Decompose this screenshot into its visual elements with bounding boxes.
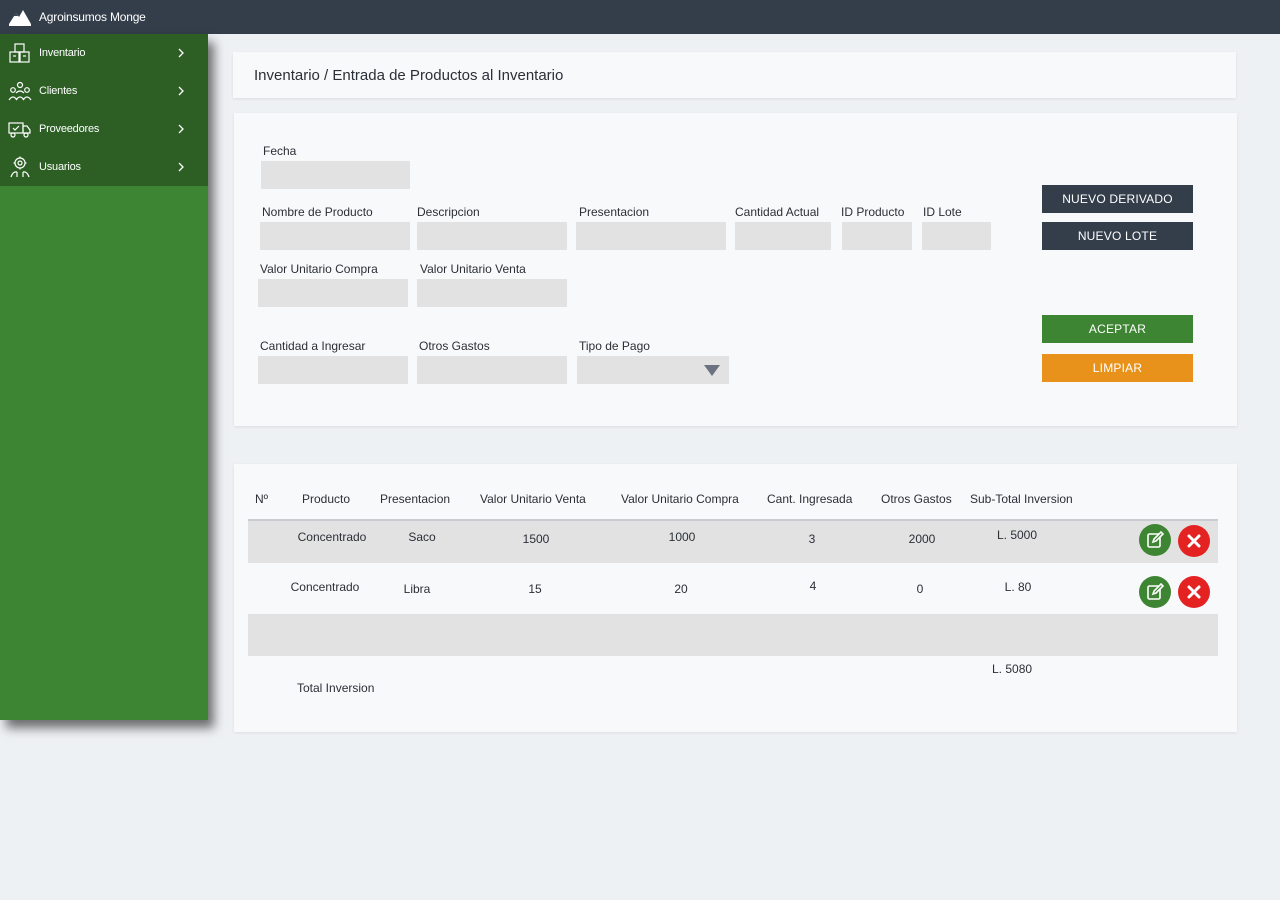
column-header: Producto: [302, 492, 351, 506]
column-header: Otros Gastos: [881, 492, 952, 506]
cell-producto: Concentrado: [297, 530, 367, 544]
nombre-producto-input[interactable]: [260, 222, 410, 250]
total-inversion-value: L. 5080: [992, 662, 1033, 676]
id-producto-label: ID Producto: [841, 205, 905, 219]
sidebar: Inventario Clientes Proveedores Usuarios: [0, 34, 208, 720]
limpiar-button[interactable]: LIMPIAR: [1042, 354, 1193, 382]
cell-presentacion: Saco: [408, 530, 436, 544]
cell-producto: Concentrado: [290, 580, 360, 594]
products-table: Nº Producto Presentacion Valor Unitario …: [234, 464, 1237, 732]
cell-cantidad: 3: [808, 532, 816, 546]
cantidad-ingresar-label: Cantidad a Ingresar: [260, 339, 366, 353]
id-lote-label: ID Lote: [923, 205, 962, 219]
tipo-pago-label: Tipo de Pago: [579, 339, 650, 353]
fecha-input[interactable]: [261, 161, 410, 189]
chevron-right-icon: [178, 124, 184, 134]
boxes-icon: [9, 43, 30, 63]
column-header: Cant. Ingresada: [767, 492, 853, 506]
valor-compra-label: Valor Unitario Compra: [260, 262, 378, 276]
table-row-empty: [248, 614, 1218, 656]
tipo-pago-select[interactable]: [577, 356, 729, 384]
edit-icon: [1147, 582, 1165, 600]
nombre-producto-label: Nombre de Producto: [262, 205, 373, 219]
cell-compra: 20: [674, 582, 688, 596]
descripcion-input[interactable]: [417, 222, 567, 250]
people-icon: [8, 81, 32, 101]
cell-otros-gastos: 0: [916, 582, 924, 596]
cell-venta: 15: [528, 582, 542, 596]
cell-subtotal: L. 5000: [996, 528, 1038, 542]
nuevo-derivado-button[interactable]: NUEVO DERIVADO: [1042, 185, 1193, 213]
id-lote-input[interactable]: [922, 222, 991, 250]
chevron-right-icon: [178, 86, 184, 96]
total-inversion-label: Total Inversion: [297, 681, 375, 695]
close-icon: [1187, 585, 1201, 599]
valor-venta-input[interactable]: [417, 279, 567, 307]
chevron-right-icon: [178, 162, 184, 172]
cantidad-actual-input[interactable]: [735, 222, 831, 250]
column-header: Presentacion: [380, 492, 451, 506]
presentacion-input[interactable]: [576, 222, 726, 250]
id-producto-input[interactable]: [842, 222, 912, 250]
sidebar-menu: Inventario Clientes Proveedores Usuarios: [0, 34, 208, 186]
column-header: Valor Unitario Compra: [621, 492, 739, 506]
aceptar-button[interactable]: ACEPTAR: [1042, 315, 1193, 343]
product-entry-form: Fecha Nombre de Producto Descripcion Pre…: [234, 113, 1237, 426]
table-row: Concentrado Saco 1500 1000 3 2000 L. 500…: [248, 521, 1218, 563]
sidebar-item-proveedores[interactable]: Proveedores: [0, 110, 208, 148]
app-brand: Agroinsumos Monge: [39, 10, 146, 24]
edit-icon: [1147, 530, 1165, 548]
column-header: Nº: [255, 492, 269, 506]
column-header: Valor Unitario Venta: [480, 492, 586, 506]
column-header: Sub-Total Inversion: [970, 492, 1073, 506]
otros-gastos-input[interactable]: [417, 356, 567, 384]
cell-subtotal: L. 80: [1004, 580, 1032, 594]
sidebar-item-label: Usuarios: [39, 161, 81, 173]
otros-gastos-label: Otros Gastos: [419, 339, 490, 353]
cell-otros-gastos: 2000: [908, 532, 936, 546]
table-row: Concentrado Libra 15 20 4 0 L. 80: [248, 563, 1218, 614]
user-gear-icon: [10, 156, 30, 178]
presentacion-label: Presentacion: [579, 205, 650, 219]
top-bar: Agroinsumos Monge: [0, 0, 1280, 34]
truck-icon: [8, 122, 31, 138]
cantidad-ingresar-input[interactable]: [258, 356, 408, 384]
cantidad-actual-label: Cantidad Actual: [735, 205, 820, 219]
cell-cantidad: 4: [809, 579, 817, 593]
close-icon: [1187, 534, 1201, 548]
cell-presentacion: Libra: [403, 582, 431, 596]
valor-venta-label: Valor Unitario Venta: [420, 262, 526, 276]
fecha-label: Fecha: [263, 144, 297, 158]
sidebar-item-usuarios[interactable]: Usuarios: [0, 148, 208, 186]
dropdown-arrow-icon: [704, 365, 720, 376]
valor-compra-input[interactable]: [258, 279, 408, 307]
page-title: Inventario / Entrada de Productos al Inv…: [254, 66, 564, 84]
cell-venta: 1500: [522, 532, 550, 546]
sidebar-item-label: Proveedores: [39, 123, 100, 135]
delete-row-button[interactable]: [1178, 525, 1210, 557]
cell-compra: 1000: [668, 530, 696, 544]
edit-row-button[interactable]: [1139, 576, 1171, 608]
sidebar-item-label: Clientes: [39, 85, 78, 97]
chevron-right-icon: [178, 48, 184, 58]
edit-row-button[interactable]: [1139, 524, 1171, 556]
nuevo-lote-button[interactable]: NUEVO LOTE: [1042, 222, 1193, 250]
descripcion-label: Descripcion: [417, 205, 480, 219]
sidebar-item-clientes[interactable]: Clientes: [0, 72, 208, 110]
sidebar-item-inventario[interactable]: Inventario: [0, 34, 208, 72]
breadcrumb: Inventario / Entrada de Productos al Inv…: [233, 52, 1236, 98]
sidebar-item-label: Inventario: [39, 47, 86, 59]
mountain-logo-icon: [9, 10, 31, 26]
delete-row-button[interactable]: [1178, 576, 1210, 608]
